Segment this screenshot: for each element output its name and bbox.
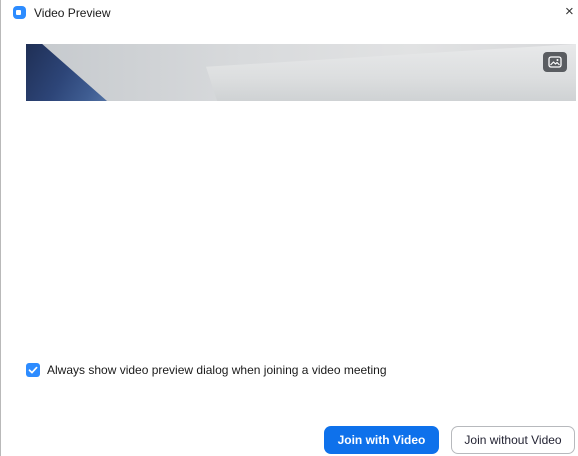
- title-bar: Video Preview ×: [1, 0, 578, 26]
- join-without-video-button[interactable]: Join without Video: [451, 426, 575, 454]
- always-show-preview-checkbox[interactable]: [26, 363, 40, 377]
- close-button[interactable]: ×: [565, 3, 578, 21]
- background-picture-icon: [548, 56, 562, 68]
- always-show-preview-label[interactable]: Always show video preview dialog when jo…: [47, 363, 387, 377]
- join-with-video-button[interactable]: Join with Video: [324, 426, 439, 454]
- video-preview-window: Video Preview × Always show video previe…: [0, 0, 578, 456]
- zoom-camera-icon: [13, 6, 26, 19]
- background-picture-button[interactable]: [543, 52, 567, 72]
- checkmark-icon: [28, 366, 38, 374]
- window-title: Video Preview: [34, 6, 111, 20]
- video-preview: [26, 44, 576, 101]
